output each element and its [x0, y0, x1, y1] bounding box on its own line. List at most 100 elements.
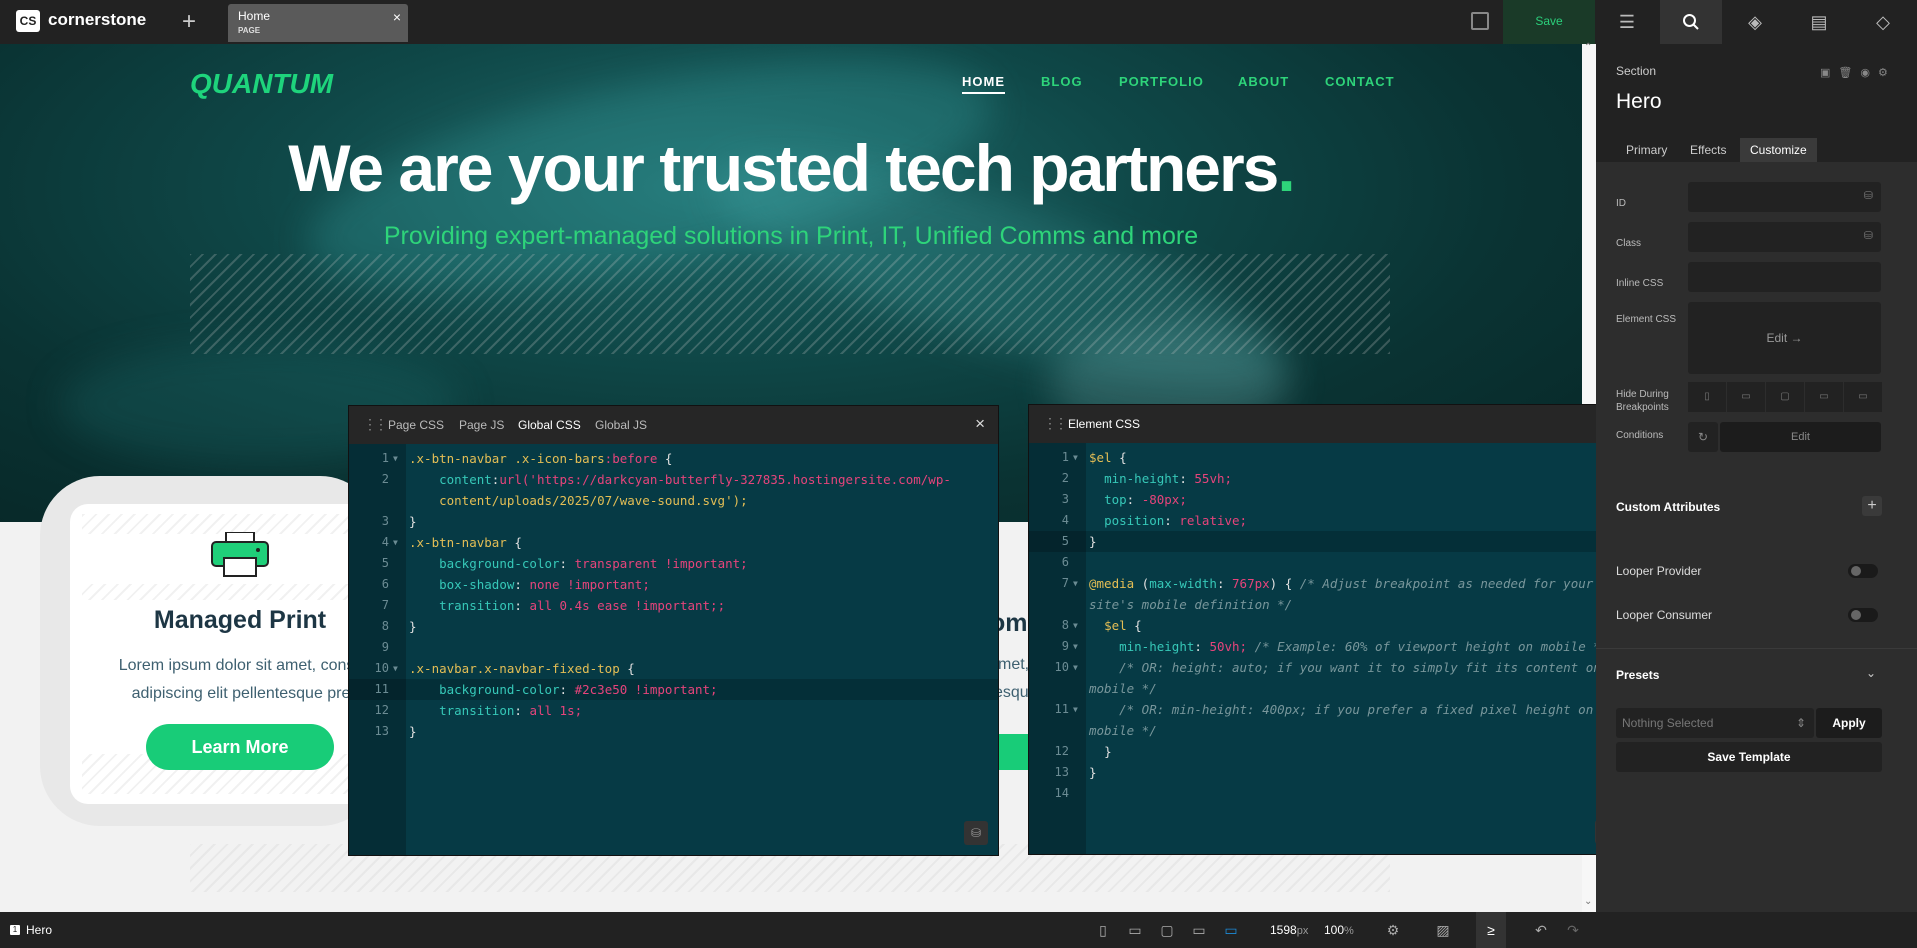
fold-toggle-icon[interactable]: ▼: [1073, 573, 1078, 594]
code-editor-panel[interactable]: ⋮⋮ Page CSS Page JS Global CSS Global JS…: [348, 405, 999, 856]
cube-icon[interactable]: ◈: [1724, 0, 1786, 44]
breakpoint-lg-icon[interactable]: ▭: [1805, 382, 1843, 412]
layers-icon[interactable]: ◇: [1852, 0, 1914, 44]
device-desktop-icon[interactable]: ▭: [1220, 912, 1242, 948]
scroll-up-icon[interactable]: ⌃: [1584, 42, 1592, 53]
list-icon[interactable]: ☰: [1596, 0, 1658, 44]
add-attribute-button[interactable]: +: [1862, 496, 1882, 516]
redo-icon[interactable]: ↷: [1562, 912, 1584, 948]
nav-about[interactable]: ABOUT: [1238, 74, 1289, 89]
code-line[interactable]: mobile */: [1029, 720, 1629, 741]
undo-icon[interactable]: ↶: [1530, 912, 1552, 948]
image-icon[interactable]: ▨: [1430, 912, 1456, 948]
code-line[interactable]: 1 ▼ .x-btn-navbar .x-icon-bars:before {: [349, 448, 998, 469]
close-panel-button[interactable]: ×: [975, 414, 985, 434]
code-line[interactable]: 14: [1029, 783, 1629, 804]
nav-blog[interactable]: BLOG: [1041, 74, 1083, 89]
apply-preset-button[interactable]: Apply: [1816, 708, 1882, 738]
search-icon[interactable]: [1660, 0, 1722, 44]
canvas-width[interactable]: 1598px: [1270, 923, 1308, 937]
fold-toggle-icon[interactable]: ▼: [1073, 699, 1078, 720]
id-input[interactable]: ⛁: [1688, 182, 1881, 212]
conditions-icon[interactable]: ↻: [1688, 422, 1718, 452]
code-line[interactable]: 12 transition: all 1s;: [349, 700, 998, 721]
site-logo[interactable]: QUANTUM: [190, 68, 333, 100]
tab-close-button[interactable]: ×: [393, 9, 401, 25]
tab-primary[interactable]: Primary: [1616, 138, 1677, 162]
preset-select[interactable]: Nothing Selected ⇕: [1616, 708, 1814, 738]
code-line[interactable]: 13}: [349, 721, 998, 742]
inline-css-input[interactable]: [1688, 262, 1881, 292]
fold-toggle-icon[interactable]: ▼: [393, 532, 398, 553]
save-template-button[interactable]: Save Template: [1616, 742, 1882, 772]
code-line[interactable]: 10 ▼ .x-navbar.x-navbar-fixed-top {: [349, 658, 998, 679]
breakpoint-md-icon[interactable]: ▢: [1766, 382, 1804, 412]
class-input[interactable]: ⛁: [1688, 222, 1881, 252]
fold-toggle-icon[interactable]: ▼: [393, 658, 398, 679]
code-line[interactable]: mobile */: [1029, 678, 1629, 699]
learn-more-button[interactable]: Learn More: [146, 724, 334, 770]
fold-toggle-icon[interactable]: ▼: [1073, 636, 1078, 657]
code-line[interactable]: 4 position: relative;: [1029, 510, 1629, 531]
element-css-edit-button[interactable]: Edit →: [1688, 302, 1881, 374]
nav-contact[interactable]: CONTACT: [1325, 74, 1395, 89]
tab-page-css[interactable]: Page CSS: [388, 418, 444, 432]
code-line[interactable]: 4 ▼ .x-btn-navbar {: [349, 532, 998, 553]
code-line[interactable]: 11 background-color: #2c3e50 !important;: [349, 679, 998, 700]
scroll-down-icon[interactable]: ⌄: [1584, 896, 1592, 907]
fold-toggle-icon[interactable]: ▼: [1073, 615, 1078, 636]
external-link-icon[interactable]: [1471, 12, 1489, 30]
conditions-edit-button[interactable]: Edit: [1720, 422, 1881, 452]
save-button[interactable]: Save: [1503, 0, 1595, 44]
tab-effects[interactable]: Effects: [1680, 138, 1736, 162]
device-phone-icon[interactable]: ▯: [1092, 912, 1114, 948]
code-line[interactable]: 5 background-color: transparent !importa…: [349, 553, 998, 574]
tab-global-js[interactable]: Global JS: [595, 418, 647, 432]
code-area[interactable]: 1 ▼ $el {2 min-height: 55vh; 3 top: -80px; 4…: [1029, 447, 1629, 804]
tab-global-css[interactable]: Global CSS: [518, 418, 581, 432]
code-line[interactable]: 9: [349, 637, 998, 658]
code-line[interactable]: 10 ▼ /* OR: height: auto; if you want it …: [1029, 657, 1629, 678]
device-phone-landscape-icon[interactable]: ▭: [1124, 912, 1146, 948]
canvas-zoom[interactable]: 100%: [1324, 923, 1354, 937]
element-actions[interactable]: ▣🗑◉⚙: [1820, 66, 1896, 79]
fold-toggle-icon[interactable]: ▼: [1073, 657, 1078, 678]
code-line[interactable]: 5}: [1029, 531, 1629, 552]
new-tab-button[interactable]: +: [182, 8, 196, 36]
layout-icon[interactable]: ▤: [1788, 0, 1850, 44]
code-line[interactable]: site's mobile definition */: [1029, 594, 1629, 615]
drag-handle-icon[interactable]: ⋮⋮: [363, 416, 388, 433]
code-line[interactable]: 8 ▼ $el {: [1029, 615, 1629, 636]
code-line[interactable]: 3 top: -80px;: [1029, 489, 1629, 510]
breakpoint-xs-icon[interactable]: ▯: [1688, 382, 1726, 412]
code-line[interactable]: 7 transition: all 0.4s ease !important;;: [349, 595, 998, 616]
code-line[interactable]: 12 }: [1029, 741, 1629, 762]
code-line[interactable]: 7 ▼ @media (max-width: 767px) { /* Adjust …: [1029, 573, 1629, 594]
panel-header[interactable]: ⋮⋮ Page CSS Page JS Global CSS Global JS…: [349, 406, 998, 444]
tab-home[interactable]: Home PAGE ×: [228, 4, 408, 42]
fold-toggle-icon[interactable]: ▼: [1073, 447, 1078, 468]
code-line[interactable]: 13}: [1029, 762, 1629, 783]
breadcrumb-hero[interactable]: Hero: [26, 923, 52, 937]
settings-gear-icon[interactable]: ⚙: [1380, 912, 1406, 948]
code-line[interactable]: 8}: [349, 616, 998, 637]
looper-provider-toggle[interactable]: [1848, 564, 1878, 578]
fold-toggle-icon[interactable]: ▼: [393, 448, 398, 469]
code-line[interactable]: 1 ▼ $el {: [1029, 447, 1629, 468]
element-css-panel[interactable]: ⋮⋮ Element CSS × 1 ▼ $el {2 min-height: 55…: [1028, 404, 1630, 855]
code-line[interactable]: 6: [1029, 552, 1629, 573]
code-line[interactable]: 2 content:url('https://darkcyan-butterfl…: [349, 469, 998, 490]
device-laptop-icon[interactable]: ▭: [1188, 912, 1210, 948]
dynamic-content-icon[interactable]: ⛁: [1864, 229, 1873, 242]
looper-consumer-toggle[interactable]: [1848, 608, 1878, 622]
code-line[interactable]: 11 ▼ /* OR: min-height: 400px; if you pre…: [1029, 699, 1629, 720]
device-tablet-icon[interactable]: ▢: [1156, 912, 1178, 948]
code-line[interactable]: content/uploads/2025/07/wave-sound.svg')…: [349, 490, 998, 511]
nav-portfolio[interactable]: PORTFOLIO: [1119, 74, 1204, 89]
database-icon[interactable]: ⛁: [964, 821, 988, 845]
code-line[interactable]: 3}: [349, 511, 998, 532]
breakpoint-sm-icon[interactable]: ▭: [1727, 382, 1765, 412]
nav-home[interactable]: HOME: [962, 74, 1005, 94]
code-line[interactable]: 6 box-shadow: none !important;: [349, 574, 998, 595]
code-line[interactable]: 9 ▼ min-height: 50vh; /* Example: 60% of …: [1029, 636, 1629, 657]
